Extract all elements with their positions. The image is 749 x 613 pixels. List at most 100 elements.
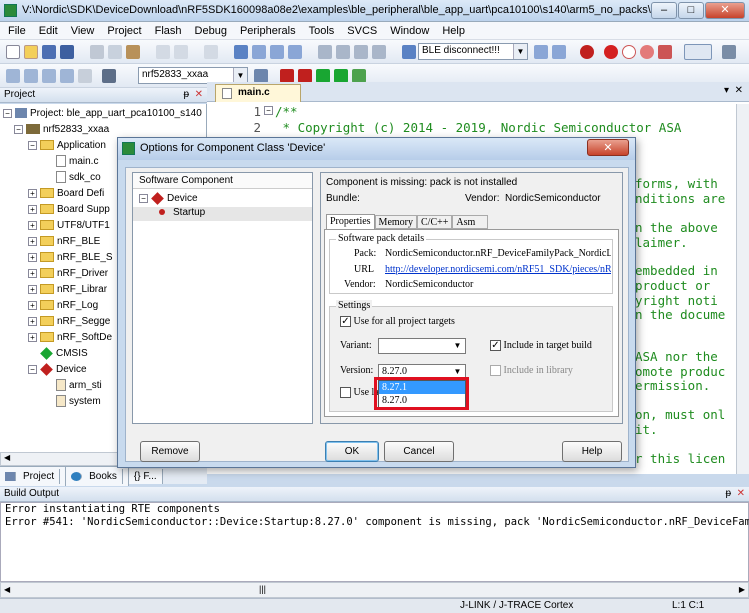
component-startup[interactable]: Startup: [133, 207, 312, 221]
expand-icon[interactable]: +: [28, 332, 37, 342]
scroll-left-icon[interactable]: ◀: [4, 453, 10, 462]
tree-item-nrf-ble-services[interactable]: + nRF_BLE_S: [28, 250, 113, 266]
chevron-down-icon[interactable]: ▼: [233, 68, 247, 83]
expand-icon[interactable]: +: [28, 204, 37, 214]
tab-memory[interactable]: Memory: [374, 215, 417, 229]
close-tab-icon[interactable]: ✕: [735, 85, 743, 96]
tree-item-main-c[interactable]: main.c: [56, 154, 98, 170]
unindent-icon[interactable]: [336, 45, 350, 59]
tree-item-sdk-config[interactable]: sdk_co: [56, 170, 101, 186]
tree-item-utf[interactable]: + UTF8/UTF1: [28, 218, 110, 234]
menu-view[interactable]: View: [71, 25, 95, 37]
save-all-icon[interactable]: [60, 45, 74, 59]
checkbox-checked-icon[interactable]: ✓: [340, 316, 351, 328]
menu-flash[interactable]: Flash: [155, 25, 182, 37]
breakpoint-kill-icon[interactable]: [658, 45, 672, 59]
expand-icon[interactable]: +: [28, 236, 37, 246]
chevron-down-icon[interactable]: ▼: [513, 44, 527, 59]
collapse-icon[interactable]: −: [14, 124, 23, 134]
tree-item-device[interactable]: − Device: [28, 362, 87, 378]
tab-books[interactable]: Books: [66, 467, 129, 486]
tree-item-board-support[interactable]: + Board Supp: [28, 202, 110, 218]
indent-icon[interactable]: [318, 45, 332, 59]
cut-icon[interactable]: [90, 45, 104, 59]
collapse-icon[interactable]: −: [139, 193, 148, 203]
pack-installer-icon[interactable]: [334, 69, 348, 83]
new-file-icon[interactable]: [6, 45, 20, 59]
collapse-icon[interactable]: −: [28, 364, 37, 374]
window-layout-icon[interactable]: [684, 44, 712, 60]
remove-button[interactable]: Remove: [140, 441, 200, 462]
pin-icon[interactable]: ᵽ: [725, 487, 731, 501]
tab-asm[interactable]: Asm: [452, 215, 489, 229]
build-output-scrollbar[interactable]: ◀ ||| ▶: [0, 582, 749, 598]
code-fragment[interactable]: omote produc: [635, 364, 725, 379]
pack-url-link[interactable]: http://developer.nordicsemi.com/nRF51_SD…: [385, 264, 611, 275]
expand-icon[interactable]: +: [28, 188, 37, 198]
bookmark-next-icon[interactable]: [270, 45, 284, 59]
select-pack-icon[interactable]: [316, 69, 330, 83]
tree-item-board-definition[interactable]: + Board Defi: [28, 186, 104, 202]
code-line[interactable]: /**: [275, 104, 298, 119]
collapse-icon[interactable]: −: [3, 108, 12, 118]
tree-item-cmsis[interactable]: CMSIS: [40, 346, 88, 362]
incremental-find-icon[interactable]: [552, 45, 566, 59]
target-options-icon[interactable]: [254, 69, 268, 83]
component-device[interactable]: − Device: [139, 191, 198, 205]
use-latest-checkbox[interactable]: Use la: [340, 387, 379, 399]
open-folder-icon[interactable]: [24, 45, 38, 59]
code-line[interactable]: * Copyright (c) 2014 - 2019, Nordic Semi…: [275, 120, 682, 135]
dialog-close-button[interactable]: ✕: [587, 139, 629, 156]
menu-tools[interactable]: Tools: [309, 25, 335, 37]
tab-project[interactable]: Project: [0, 467, 67, 486]
breakpoint-icon[interactable]: [604, 45, 618, 59]
scroll-left-icon[interactable]: ◀: [4, 585, 10, 594]
code-fragment[interactable]: n the docume: [635, 307, 725, 322]
build-output-panel[interactable]: Error instantiating RTE components Error…: [0, 502, 749, 582]
download-icon[interactable]: [102, 69, 116, 83]
code-fragment[interactable]: yright noti: [635, 293, 718, 308]
code-fragment[interactable]: nditions are: [635, 191, 725, 206]
translate-icon[interactable]: [6, 69, 20, 83]
menu-window[interactable]: Window: [390, 25, 429, 37]
close-window-button[interactable]: ✕: [705, 2, 745, 19]
tab-c-cpp[interactable]: C/C++: [417, 215, 453, 229]
code-fragment[interactable]: forms, with: [635, 176, 718, 191]
tree-item-nrf-softdevice[interactable]: + nRF_SoftDe: [28, 330, 112, 346]
scroll-grip-icon[interactable]: |||: [259, 584, 266, 594]
checkbox-unchecked-icon[interactable]: [340, 387, 351, 399]
tree-item-nrf-drivers[interactable]: + nRF_Driver: [28, 266, 108, 282]
menu-debug[interactable]: Debug: [195, 25, 227, 37]
tree-item-target[interactable]: − nrf52833_xxaa: [14, 122, 109, 138]
cancel-button[interactable]: Cancel: [384, 441, 454, 462]
code-fragment[interactable]: embedded in: [635, 263, 718, 278]
menu-file[interactable]: File: [8, 25, 26, 37]
editor-scrollbar[interactable]: [736, 104, 749, 474]
code-fragment[interactable]: ASA nor the: [635, 349, 718, 364]
tree-item-nrf-ble[interactable]: + nRF_BLE: [28, 234, 100, 250]
variant-select[interactable]: ▼: [378, 338, 466, 354]
code-fragment[interactable]: on, must onl: [635, 407, 725, 422]
tree-item-application[interactable]: − Application: [28, 138, 106, 154]
fold-icon[interactable]: −: [264, 106, 273, 115]
expand-icon[interactable]: +: [28, 284, 37, 294]
tree-item-arm-startup[interactable]: arm_sti: [56, 378, 102, 394]
menu-edit[interactable]: Edit: [39, 25, 58, 37]
undo-icon[interactable]: [156, 45, 170, 59]
expand-icon[interactable]: +: [28, 252, 37, 262]
tab-functions[interactable]: {} F...: [128, 469, 163, 484]
bookmark-prev-icon[interactable]: [252, 45, 266, 59]
tree-item-nrf-log[interactable]: + nRF_Log: [28, 298, 98, 314]
chevron-down-icon[interactable]: ▼: [451, 340, 464, 352]
bookmark-icon[interactable]: [234, 45, 248, 59]
redo-icon[interactable]: [174, 45, 188, 59]
help-button[interactable]: Help: [562, 441, 622, 462]
include-target-build-checkbox[interactable]: ✓ Include in target build: [490, 340, 592, 352]
checkbox-checked-icon[interactable]: ✓: [490, 340, 501, 352]
pin-icon[interactable]: ᵽ: [183, 88, 189, 102]
comment-icon[interactable]: [354, 45, 368, 59]
scroll-right-icon[interactable]: ▶: [739, 585, 745, 594]
menu-project[interactable]: Project: [107, 25, 141, 37]
manage-rte-icon[interactable]: [298, 69, 312, 83]
breakpoint-disable-icon[interactable]: [622, 45, 636, 59]
